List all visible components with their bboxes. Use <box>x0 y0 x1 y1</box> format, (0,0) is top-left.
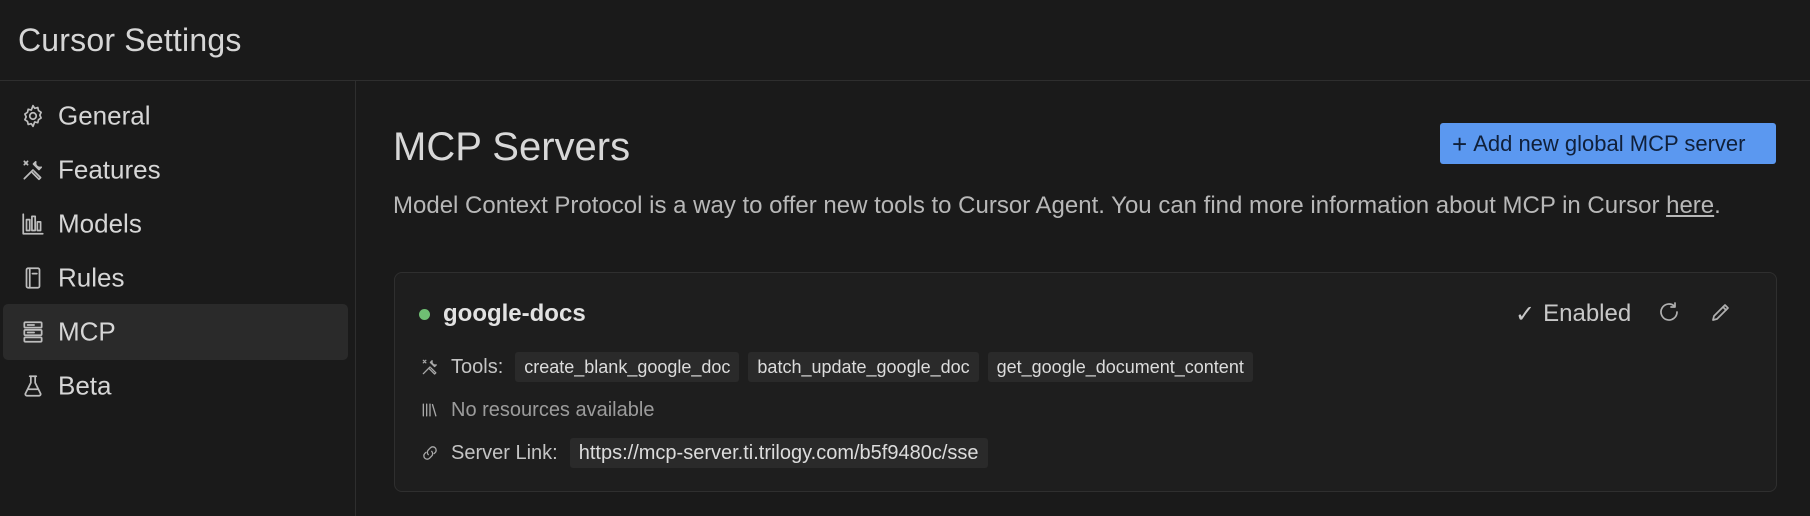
server-link-row: Server Link: https://mcp-server.ti.trilo… <box>419 438 997 468</box>
sidebar-item-label: General <box>58 100 151 131</box>
bar-chart-icon <box>19 210 47 238</box>
title-bar: Cursor Settings <box>0 0 1810 81</box>
enabled-toggle[interactable]: ✓ Enabled <box>1515 299 1631 329</box>
refresh-button[interactable] <box>1655 300 1683 328</box>
sidebar-item-features[interactable]: Features <box>3 142 348 198</box>
gear-icon <box>19 102 47 130</box>
add-global-mcp-server-button[interactable]: + Add new global MCP server <box>1440 123 1776 164</box>
app-title: Cursor Settings <box>18 22 242 58</box>
server-link[interactable]: https://mcp-server.ti.trilogy.com/b5f948… <box>569 438 988 468</box>
sidebar-item-label: Rules <box>58 262 125 293</box>
description: Model Context Protocol is a way to offer… <box>393 188 1793 224</box>
link-icon <box>419 442 441 464</box>
book-icon <box>19 264 47 292</box>
main-content: MCP Servers + Add new global MCP server … <box>357 81 1810 516</box>
server-name: google-docs <box>443 300 586 327</box>
tools-icon <box>19 156 47 184</box>
server-card: google-docs ✓ Enabled Tools: create_blan… <box>394 272 1777 492</box>
page-title: MCP Servers <box>393 125 631 169</box>
sidebar-item-label: Features <box>58 154 161 185</box>
tools-row: Tools: create_blank_google_doc batch_upd… <box>419 352 1262 382</box>
status-indicator <box>419 309 430 320</box>
check-icon: ✓ <box>1515 300 1536 328</box>
edit-button[interactable] <box>1707 300 1735 328</box>
server-icon <box>19 318 47 346</box>
tool-chip: batch_update_google_doc <box>748 352 979 382</box>
sidebar-item-mcp[interactable]: MCP <box>3 304 348 360</box>
sidebar-item-label: Models <box>58 208 142 239</box>
tool-chip: create_blank_google_doc <box>515 352 740 382</box>
refresh-icon <box>1657 300 1681 329</box>
tools-icon <box>419 356 441 378</box>
sidebar-item-beta[interactable]: Beta <box>3 358 348 414</box>
pencil-icon <box>1709 300 1733 329</box>
sidebar-item-label: MCP <box>58 316 116 347</box>
flask-icon <box>19 372 47 400</box>
sidebar-item-label: Beta <box>58 370 112 401</box>
sidebar: General Features Models Rules MCP Beta <box>0 81 356 516</box>
here-link[interactable]: here <box>1666 192 1714 219</box>
resources-row: No resources available <box>419 395 654 425</box>
sidebar-item-rules[interactable]: Rules <box>3 250 348 306</box>
resources-text: No resources available <box>451 398 655 421</box>
description-suffix: . <box>1714 192 1721 219</box>
plus-icon: + <box>1452 128 1468 159</box>
enabled-label: Enabled <box>1543 300 1632 327</box>
description-text: Model Context Protocol is a way to offer… <box>393 192 1667 219</box>
server-link-label: Server Link: <box>451 441 558 464</box>
tool-chip: get_google_document_content <box>987 352 1253 382</box>
sidebar-item-general[interactable]: General <box>3 88 348 144</box>
sidebar-item-models[interactable]: Models <box>3 196 348 252</box>
add-button-label: Add new global MCP server <box>1473 130 1746 156</box>
tools-label: Tools: <box>451 355 504 378</box>
library-icon <box>419 399 441 421</box>
